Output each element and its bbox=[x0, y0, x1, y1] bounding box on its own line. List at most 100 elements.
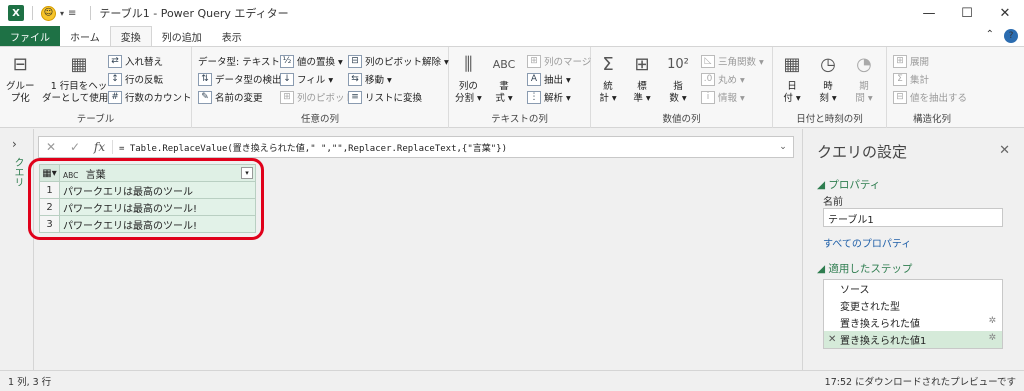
maximize-icon[interactable]: ☐ bbox=[948, 0, 986, 26]
step-item[interactable]: ソース bbox=[824, 280, 1002, 297]
use-first-row-button[interactable]: ▦ 1 行目をヘッ ダーとして使用 ▾ bbox=[42, 51, 116, 105]
split-column-label: 列の 分割 ▾ bbox=[455, 81, 482, 104]
info-button[interactable]: i 情報 ▾ bbox=[701, 89, 745, 105]
split-column-button[interactable]: ⫼ 列の 分割 ▾ bbox=[455, 51, 482, 105]
query-name-input[interactable]: テーブル1 bbox=[823, 208, 1003, 227]
data-type-label: データ型: テキスト ▾ bbox=[198, 57, 288, 68]
count-rows-button[interactable]: # 行数のカウント bbox=[108, 89, 192, 105]
replace-values-label: 値の置換 ▾ bbox=[297, 57, 343, 68]
tab-transform[interactable]: 変換 bbox=[109, 26, 152, 46]
step-item[interactable]: 変更された型 bbox=[824, 297, 1002, 314]
time-label: 時 刻 ▾ bbox=[819, 81, 837, 104]
to-list-icon: ≡ bbox=[348, 90, 362, 104]
group-by-button[interactable]: ⊟ グルー プ化 bbox=[6, 51, 35, 105]
step-item[interactable]: 置き換えられた値 ✲ bbox=[824, 314, 1002, 331]
unpivot-button[interactable]: ⊟ 列のピボット解除 ▾ bbox=[348, 53, 449, 69]
rounding-label: 丸め ▾ bbox=[718, 75, 745, 86]
count-rows-icon: # bbox=[108, 90, 122, 104]
merge-columns-label: 列のマージ bbox=[544, 57, 592, 68]
delete-step-icon[interactable]: ✕ bbox=[828, 334, 840, 345]
data-type-dropdown[interactable]: データ型: テキスト ▾ bbox=[198, 53, 288, 69]
time-button[interactable]: ◷ 時 刻 ▾ bbox=[815, 51, 841, 105]
fill-button[interactable]: ↓ フィル ▾ bbox=[280, 71, 333, 87]
pivot-button[interactable]: ⊞ 列のピボット bbox=[280, 89, 354, 105]
cancel-formula-icon[interactable]: ✕ bbox=[39, 140, 63, 154]
info-label: 情報 ▾ bbox=[718, 93, 745, 104]
row-number: 1 bbox=[39, 181, 60, 199]
tab-add-column[interactable]: 列の追加 bbox=[152, 26, 212, 46]
parse-button[interactable]: ⋮ 解析 ▾ bbox=[527, 89, 571, 105]
table-cell[interactable]: パワークエリは最高のツール! bbox=[59, 198, 256, 216]
aggregate-button[interactable]: Σ 集計 bbox=[893, 71, 929, 87]
trig-label: 三角関数 ▾ bbox=[718, 57, 764, 68]
to-list-button[interactable]: ≡ リストに変換 bbox=[348, 89, 422, 105]
duration-label: 期 間 ▾ bbox=[855, 81, 873, 104]
queries-pane-label[interactable]: クエリ bbox=[10, 157, 25, 187]
rename-button[interactable]: ✎ 名前の変更 bbox=[198, 89, 263, 105]
ribbon-group-label: テキストの列 bbox=[491, 114, 548, 125]
rounding-button[interactable]: .0 丸め ▾ bbox=[701, 71, 745, 87]
ribbon-tabs: ファイル ホーム 変換 列の追加 表示 ⌃ ? bbox=[0, 26, 1024, 46]
extract-values-button[interactable]: ⊟ 値を抽出する bbox=[893, 89, 967, 105]
collapse-ribbon-icon[interactable]: ⌃ bbox=[986, 29, 994, 43]
all-properties-link[interactable]: すべてのプロパティ bbox=[823, 235, 911, 250]
table-row: 1 パワークエリは最高のツール bbox=[39, 181, 256, 199]
transpose-button[interactable]: ⇄ 入れ替え bbox=[108, 53, 163, 69]
date-button[interactable]: ▦ 日 付 ▾ bbox=[779, 51, 805, 105]
minimize-icon[interactable]: — bbox=[910, 0, 948, 26]
table-row: 3 パワークエリは最高のツール! bbox=[39, 215, 256, 233]
parse-icon: ⋮ bbox=[527, 90, 541, 104]
ribbon: ⊟ グルー プ化 ▦ 1 行目をヘッ ダーとして使用 ▾ ⇄入れ替え ↕行の反転… bbox=[0, 46, 1024, 128]
table-header-icon: ▦ bbox=[70, 54, 88, 75]
table-menu-icon[interactable]: ▦▾ bbox=[39, 164, 60, 182]
tab-file[interactable]: ファイル bbox=[0, 26, 60, 46]
replace-values-button[interactable]: ½ 値の置換 ▾ bbox=[280, 53, 343, 69]
duration-button[interactable]: ◔ 期 間 ▾ bbox=[851, 51, 877, 105]
extract-button[interactable]: A 抽出 ▾ bbox=[527, 71, 571, 87]
column-header[interactable]: ABC 言葉 ▾ bbox=[59, 164, 256, 182]
tab-home[interactable]: ホーム bbox=[60, 26, 110, 46]
feedback-smiley-icon[interactable]: ☺ bbox=[41, 5, 56, 21]
formula-input[interactable]: = Table.ReplaceValue(置き換えられた値," ","",Rep… bbox=[119, 141, 773, 154]
expand-queries-icon[interactable]: › bbox=[12, 137, 17, 151]
quick-access-menu-icon[interactable]: ≡ bbox=[68, 8, 76, 19]
fx-icon[interactable]: fx bbox=[87, 140, 113, 154]
scientific-button[interactable]: 10² 指 数 ▾ bbox=[665, 51, 691, 105]
format-button[interactable]: ABC 書 式 ▾ bbox=[491, 51, 517, 105]
split-column-icon: ⫼ bbox=[464, 54, 473, 75]
ribbon-group-number-column: Σ 統 計 ▾ ⊞ 標 準 ▾ 10² 指 数 ▾ ◺ 三角関数 ▾ .0 丸め ▾… bbox=[591, 47, 773, 128]
merge-columns-button[interactable]: ⊞ 列のマージ bbox=[527, 53, 591, 69]
applied-steps-header[interactable]: ◢ 適用したステップ bbox=[817, 261, 912, 276]
move-button[interactable]: ⇆ 移動 ▾ bbox=[348, 71, 392, 87]
transpose-label: 入れ替え bbox=[125, 57, 164, 68]
text-type-icon[interactable]: ABC bbox=[63, 171, 78, 180]
tab-view[interactable]: 表示 bbox=[212, 26, 252, 46]
feedback-dropdown-icon[interactable]: ▾ bbox=[60, 9, 64, 18]
ribbon-group-text-column: ⫼ 列の 分割 ▾ ABC 書 式 ▾ ⊞ 列のマージ A 抽出 ▾ ⋮ 解析 ▾ テ… bbox=[449, 47, 591, 128]
close-settings-icon[interactable]: ✕ bbox=[999, 143, 1010, 158]
rename-label: 名前の変更 bbox=[215, 93, 263, 104]
count-rows-label: 行数のカウント bbox=[125, 93, 192, 104]
help-icon[interactable]: ? bbox=[1004, 29, 1018, 43]
format-abc-icon: ABC bbox=[492, 58, 516, 71]
expand-formula-icon[interactable]: ⌄ bbox=[773, 142, 793, 152]
confirm-formula-icon[interactable]: ✓ bbox=[63, 140, 87, 154]
gear-icon[interactable]: ✲ bbox=[988, 316, 996, 326]
aggregate-label: 集計 bbox=[910, 75, 930, 86]
reverse-rows-button[interactable]: ↕ 行の反転 bbox=[108, 71, 163, 87]
close-icon[interactable]: ✕ bbox=[986, 0, 1024, 26]
trig-button[interactable]: ◺ 三角関数 ▾ bbox=[701, 53, 764, 69]
step-item-selected[interactable]: ✕ 置き換えられた値1 ✲ bbox=[824, 331, 1002, 348]
table-cell[interactable]: パワークエリは最高のツール! bbox=[59, 215, 256, 233]
filter-dropdown-icon[interactable]: ▾ bbox=[241, 167, 253, 179]
unpivot-icon: ⊟ bbox=[348, 54, 362, 68]
detect-type-button[interactable]: ⇅ データ型の検出 bbox=[198, 71, 282, 87]
statistics-button[interactable]: Σ 統 計 ▾ bbox=[595, 51, 621, 105]
table-cell[interactable]: パワークエリは最高のツール bbox=[59, 181, 256, 199]
expand-button[interactable]: ⊞ 展開 bbox=[893, 53, 929, 69]
gear-icon[interactable]: ✲ bbox=[988, 333, 996, 343]
properties-header[interactable]: ◢ プロパティ bbox=[817, 177, 880, 192]
extract-values-icon: ⊟ bbox=[893, 90, 907, 104]
standard-button[interactable]: ⊞ 標 準 ▾ bbox=[629, 51, 655, 105]
window-title: テーブル1 - Power Query エディター bbox=[99, 7, 289, 20]
